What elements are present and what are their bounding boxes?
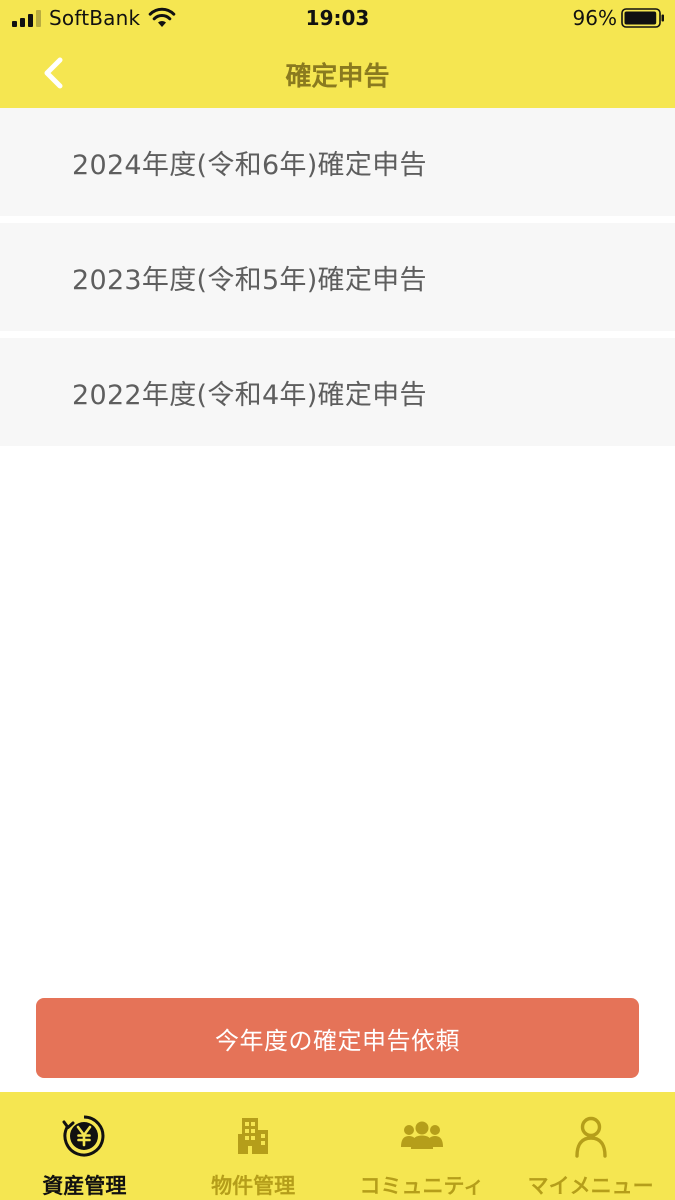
tax-return-year-list: 2024年度(令和6年)確定申告 2023年度(令和5年)確定申告 2022年度… xyxy=(0,108,675,453)
app-screen: SoftBank 19:03 96% 確定申告 2024年度(令和6年)確定申告… xyxy=(0,0,675,1200)
building-icon xyxy=(238,1118,269,1154)
status-bar: SoftBank 19:03 96% xyxy=(0,0,675,38)
page-title: 確定申告 xyxy=(285,62,390,92)
tab-label: コミュニティ xyxy=(359,1174,485,1198)
tab-label: 物件管理 xyxy=(211,1174,296,1198)
bottom-tab-bar: 資産管理 物件管理 コミュニティ マイメニュー xyxy=(0,1092,675,1200)
tab-asset-management[interactable]: 資産管理 xyxy=(0,1092,169,1200)
list-item-2024[interactable]: 2024年度(令和6年)確定申告 xyxy=(0,108,675,216)
list-item-label: 2022年度(令和4年)確定申告 xyxy=(72,379,427,411)
battery-icon xyxy=(621,8,664,28)
tab-my-menu[interactable]: マイメニュー xyxy=(506,1092,675,1200)
tab-label: 資産管理 xyxy=(42,1174,127,1198)
request-tax-return-button[interactable]: 今年度の確定申告依頼 xyxy=(36,998,639,1078)
people-group-icon xyxy=(400,1121,443,1149)
navigation-bar: 確定申告 xyxy=(0,38,675,108)
request-button-label: 今年度の確定申告依頼 xyxy=(215,1026,460,1055)
list-item-label: 2023年度(令和5年)確定申告 xyxy=(72,264,427,296)
list-item-2023[interactable]: 2023年度(令和5年)確定申告 xyxy=(0,223,675,331)
tab-community[interactable]: コミュニティ xyxy=(338,1092,507,1200)
battery-percentage: 96% xyxy=(572,6,617,30)
tab-property-management[interactable]: 物件管理 xyxy=(169,1092,338,1200)
yen-coin-icon xyxy=(62,1115,105,1157)
tab-label: マイメニュー xyxy=(527,1174,654,1198)
top-header: SoftBank 19:03 96% 確定申告 xyxy=(0,0,675,108)
list-item-2022[interactable]: 2022年度(令和4年)確定申告 xyxy=(0,338,675,446)
person-icon xyxy=(574,1116,607,1158)
list-item-label: 2024年度(令和6年)確定申告 xyxy=(72,149,427,181)
